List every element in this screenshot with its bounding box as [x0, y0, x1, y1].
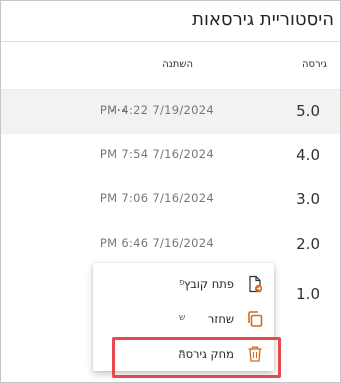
version-number: 1.0: [296, 285, 320, 303]
menu-item-delete-version[interactable]: מחק גירסה מ: [93, 337, 274, 371]
column-header-version[interactable]: גירסה: [302, 59, 327, 70]
menu-item-label: מחק גירסה: [178, 347, 234, 361]
shortcut-hint: מ: [179, 348, 186, 358]
version-row-2[interactable]: 2.0 7/16/2024 6:46 PM: [1, 223, 340, 267]
version-row-3[interactable]: 3.0 7/16/2024 7:06 PM: [1, 178, 340, 222]
menu-item-label: פתח קובץ: [183, 277, 234, 291]
version-number: 2.0: [296, 235, 320, 253]
version-number: 5.0: [296, 102, 320, 120]
menu-item-open-file[interactable]: פתח קובץ פ: [93, 267, 274, 301]
modified-date: 7/16/2024 6:46 PM: [99, 236, 214, 250]
shortcut-hint: ש: [179, 313, 186, 323]
context-menu: פתח קובץ פ שחזר ש מחק גירסה מ: [93, 263, 274, 371]
more-options-button[interactable]: ...: [111, 99, 127, 115]
version-row-5[interactable]: 5.0 7/19/2024 4:22 PM ...: [1, 90, 340, 134]
open-file-icon: [246, 275, 264, 293]
delete-icon: [246, 345, 264, 363]
panel-title: היסטוריית גירסאות: [192, 9, 334, 30]
menu-item-label: שחזר: [207, 312, 234, 326]
divider: [1, 41, 340, 42]
version-row-4[interactable]: 4.0 7/16/2024 7:54 PM: [1, 134, 340, 178]
column-header-modified[interactable]: השתנה: [162, 59, 193, 70]
restore-icon: [246, 310, 264, 328]
version-history-panel: היסטוריית גירסאות גירסה השתנה 5.0 7/19/2…: [0, 0, 341, 383]
shortcut-hint: פ: [179, 278, 185, 288]
version-number: 3.0: [296, 190, 320, 208]
version-number: 4.0: [296, 146, 320, 164]
modified-date: 7/16/2024 7:54 PM: [99, 147, 214, 161]
modified-date: 7/16/2024 7:06 PM: [99, 191, 214, 205]
menu-item-restore[interactable]: שחזר ש: [93, 302, 274, 336]
